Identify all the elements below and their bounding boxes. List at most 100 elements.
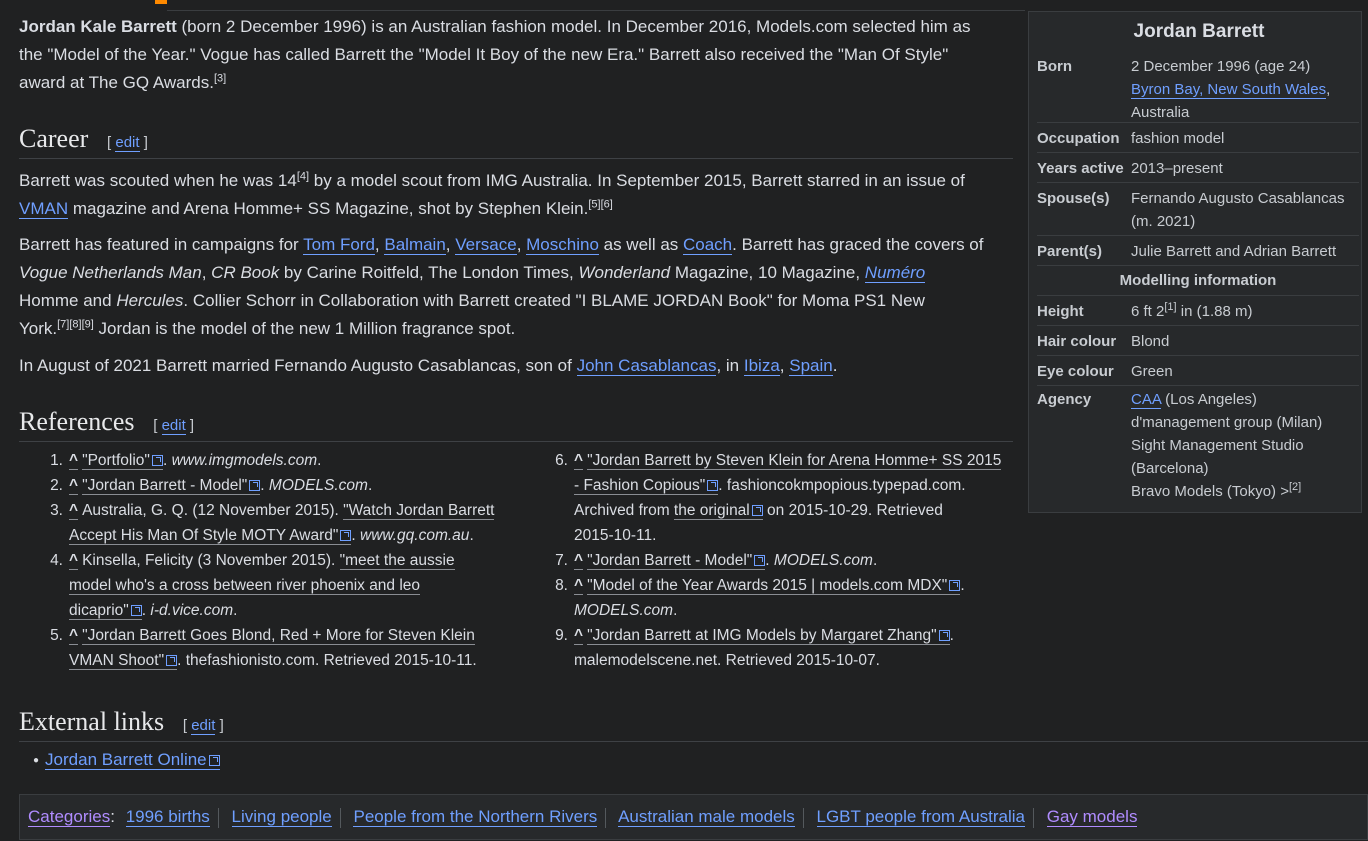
reference-link[interactable]: VMAN Shoot" [69, 652, 178, 670]
citation[interactable]: [4] [297, 170, 309, 182]
reference-link[interactable]: "Model of the Year Awards 2015 | models.… [587, 577, 961, 595]
categories-link[interactable]: Categories [28, 807, 111, 827]
coach-link[interactable]: Coach [683, 235, 733, 255]
external-link-icon [151, 455, 163, 466]
external-link-icon [208, 755, 220, 766]
reference-link[interactable]: "Watch Jordan Barrett [343, 502, 495, 520]
backlink-caret[interactable]: ^ [574, 577, 584, 595]
john-casablancas-link[interactable]: John Casablancas [576, 356, 717, 376]
reference-link[interactable]: - Fashion Copious" [574, 477, 719, 495]
references-heading: References [19, 407, 135, 436]
citation[interactable]: [5][6] [588, 198, 612, 210]
external-link-icon [707, 480, 719, 491]
reference-item: 7. ^ "Jordan Barrett - Model". MODELS.com. [555, 552, 878, 570]
category-1996-births[interactable]: 1996 births [125, 807, 210, 827]
reference-item: 6. ^ "Jordan Barrett by Steven Klein for A… [555, 452, 1002, 544]
infobox-subheader: Modelling information [1037, 265, 1359, 296]
edit-references-link[interactable]: edit [161, 417, 186, 435]
external-link-icon [751, 505, 763, 516]
reference-item: 2. ^ "Jordan Barrett - Model". MODELS.com. [50, 477, 373, 495]
references-section-header: References [ edit ] [19, 407, 1013, 442]
backlink-caret[interactable]: ^ [69, 477, 79, 495]
infobox-row-years-active: Years active 2013–present [1037, 152, 1359, 183]
caa-link[interactable]: CAA [1131, 391, 1162, 409]
external-links-heading: External links [19, 707, 165, 736]
reference-link[interactable]: "Jordan Barrett Goes Blond, Red + More f… [82, 627, 475, 645]
category-australian-male-models[interactable]: Australian male models [618, 807, 795, 827]
references-list-right: 6. ^ "Jordan Barrett by Steven Klein for A… [524, 448, 1019, 673]
citation[interactable]: [1] [1164, 301, 1176, 313]
infobox-row-hair: Hair colour Blond [1037, 325, 1359, 356]
edit-external-links-link[interactable]: edit [191, 717, 216, 735]
external-link-icon [754, 555, 766, 566]
reference-link[interactable]: "meet the aussie [339, 552, 455, 570]
citation[interactable]: [2] [1289, 481, 1301, 493]
category-lgbt-australia[interactable]: LGBT people from Australia [816, 807, 1026, 827]
reference-link[interactable]: model who's a cross between river phoeni… [69, 577, 421, 595]
backlink-caret[interactable]: ^ [69, 452, 79, 470]
infobox-row-agency: Agency CAA (Los Angeles) d'management gr… [1037, 385, 1359, 506]
byron-bay-link[interactable]: Byron Bay, New South Wales [1131, 81, 1327, 99]
ibiza-link[interactable]: Ibiza [743, 356, 780, 376]
moschino-link[interactable]: Moschino [526, 235, 599, 255]
infobox-row-spouse: Spouse(s) Fernando Augusto Casablancas (… [1037, 182, 1359, 236]
category-northern-rivers[interactable]: People from the Northern Rivers [353, 807, 598, 827]
reference-link[interactable]: Accept His Man Of Style MOTY Award" [69, 527, 352, 545]
bullet-icon: ● [33, 755, 40, 767]
career-body: Barrett was scouted when he was 14[4] by… [19, 170, 984, 376]
backlink-caret[interactable]: ^ [69, 552, 79, 570]
tom-ford-link[interactable]: Tom Ford [303, 235, 375, 255]
citation[interactable]: [3] [214, 72, 226, 84]
backlink-caret[interactable]: ^ [574, 552, 584, 570]
external-link-icon [949, 580, 961, 591]
reference-item: 4. ^ Kinsella, Felicity (3 November 2015).… [50, 552, 455, 620]
external-link-item: ● Jordan Barrett Online [33, 750, 220, 770]
reference-item: 5. ^ "Jordan Barrett Goes Blond, Red + Mor… [50, 627, 477, 670]
backlink-caret[interactable]: ^ [69, 502, 79, 520]
reference-item: 3. ^ Australia, G. Q. (12 November 2015). … [50, 502, 495, 545]
infobox-title: Jordan Barrett [1133, 21, 1265, 42]
edit-career-link[interactable]: edit [115, 134, 140, 152]
reference-link[interactable]: "Jordan Barrett - Model" [82, 477, 261, 495]
infobox-row-born: Born 2 December 1996 (age 24) Byron Bay,… [1037, 58, 1331, 121]
reference-item: 9. ^ "Jordan Barrett at IMG Models by Marg… [555, 627, 954, 669]
top-accent-bar [155, 0, 167, 4]
top-divider [167, 10, 1025, 11]
separator [802, 807, 804, 828]
versace-link[interactable]: Versace [455, 235, 517, 255]
category-gay-models[interactable]: Gay models [1046, 807, 1138, 827]
reference-link[interactable]: dicaprio" [69, 602, 142, 620]
separator [1033, 807, 1035, 828]
infobox-row-parents: Parent(s) Julie Barrett and Adrian Barre… [1037, 235, 1359, 266]
archive-original-link[interactable]: the original [673, 502, 763, 520]
reference-item: 8. ^ "Model of the Year Awards 2015 | mode… [555, 577, 965, 619]
external-link-icon [938, 630, 950, 641]
reference-link[interactable]: "Jordan Barrett by Steven Klein for Aren… [587, 452, 1002, 470]
separator [339, 807, 341, 828]
external-link-icon [130, 605, 142, 616]
spain-link[interactable]: Spain [789, 356, 833, 376]
external-links-section-header: External links [ edit ] [19, 707, 1368, 742]
backlink-caret[interactable]: ^ [574, 627, 584, 645]
subject-name: Jordan Kale Barrett [19, 17, 177, 36]
reference-link[interactable]: "Portfolio" [82, 452, 163, 470]
reference-link[interactable]: "Jordan Barrett - Model" [587, 552, 766, 570]
numero-link[interactable]: Numéro [864, 263, 926, 283]
career-section-header: Career [ edit ] [19, 124, 1013, 159]
citation[interactable]: [7][8][9] [57, 318, 94, 330]
reference-item: 1. ^ "Portfolio". www.imgmodels.com. [50, 452, 322, 470]
external-link-icon [249, 480, 261, 491]
infobox-row-eye: Eye colour Green [1037, 355, 1359, 386]
infobox-row-occupation: Occupation fashion model [1037, 122, 1359, 153]
vman-link[interactable]: VMAN [19, 199, 69, 219]
categories-box: Categories: 1996 births Living people Pe… [19, 794, 1368, 840]
reference-link[interactable]: "Jordan Barrett at IMG Models by Margare… [587, 627, 950, 645]
references-list-left: 1. ^ "Portfolio". www.imgmodels.com. 2. ^ "J… [19, 448, 519, 673]
infobox: Jordan Barrett Born 2 December 1996 (age… [1028, 11, 1362, 513]
backlink-caret[interactable]: ^ [574, 452, 584, 470]
jordan-barrett-online-link[interactable]: Jordan Barrett Online [45, 750, 220, 770]
balmain-link[interactable]: Balmain [384, 235, 446, 255]
backlink-caret[interactable]: ^ [69, 627, 79, 645]
category-living-people[interactable]: Living people [231, 807, 332, 827]
external-link-icon [340, 530, 352, 541]
